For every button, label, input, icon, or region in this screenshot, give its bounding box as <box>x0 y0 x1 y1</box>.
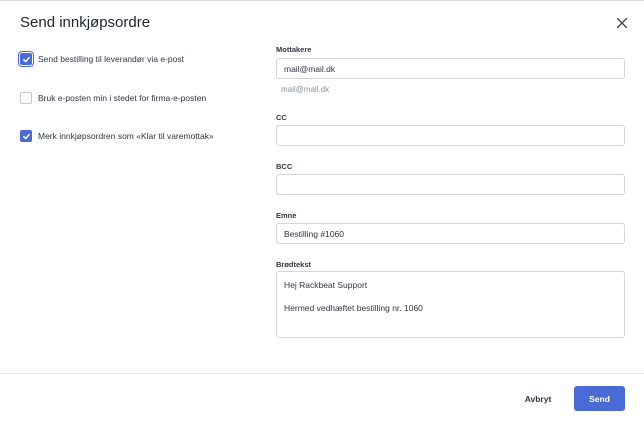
send-to-supplier-label: Send bestilling til leverandør via e-pos… <box>38 54 184 64</box>
send-purchase-order-dialog: Send innkjøpsordre Send bestilling til l… <box>0 0 644 421</box>
subject-input[interactable] <box>276 223 625 244</box>
check-icon <box>22 56 30 62</box>
use-my-email-label: Bruk e-posten min i stedet for firma-e-p… <box>38 93 207 103</box>
cancel-button[interactable]: Avbryt <box>514 387 562 411</box>
option-use-my-email[interactable]: Bruk e-posten min i stedet for firma-e-p… <box>20 92 206 104</box>
send-button[interactable]: Send <box>574 386 625 411</box>
bcc-input[interactable] <box>276 174 625 195</box>
mark-ready-checkbox[interactable] <box>20 130 32 142</box>
body-message: Hermed vedhæftet bestilling nr. 1060 <box>284 303 423 313</box>
dialog-title: Send innkjøpsordre <box>20 14 151 31</box>
subject-label: Emne <box>276 211 297 220</box>
mark-ready-label: Merk innkjøpsordren som «Klar til varemo… <box>38 131 214 141</box>
close-icon[interactable] <box>614 15 630 31</box>
check-icon <box>22 133 30 139</box>
option-send-to-supplier[interactable]: Send bestilling til leverandør via e-pos… <box>20 53 184 65</box>
body-textarea[interactable]: Hej Rackbeat Support Hermed vedhæftet be… <box>276 271 625 338</box>
bcc-label: BCC <box>276 162 293 171</box>
body-label: Brødtekst <box>276 260 312 269</box>
option-mark-ready-for-receipt[interactable]: Merk innkjøpsordren som «Klar til varemo… <box>20 130 214 142</box>
cc-label: CC <box>276 113 287 122</box>
body-greeting: Hej Rackbeat Support <box>284 280 368 290</box>
footer-divider <box>0 373 644 374</box>
recipients-input[interactable] <box>276 58 625 79</box>
send-to-supplier-checkbox[interactable] <box>20 53 32 65</box>
recipients-suggestion[interactable]: mail@mail.dk <box>281 85 329 94</box>
cc-input[interactable] <box>276 125 625 146</box>
use-my-email-checkbox[interactable] <box>20 92 32 104</box>
recipients-label: Mottakere <box>276 45 312 54</box>
